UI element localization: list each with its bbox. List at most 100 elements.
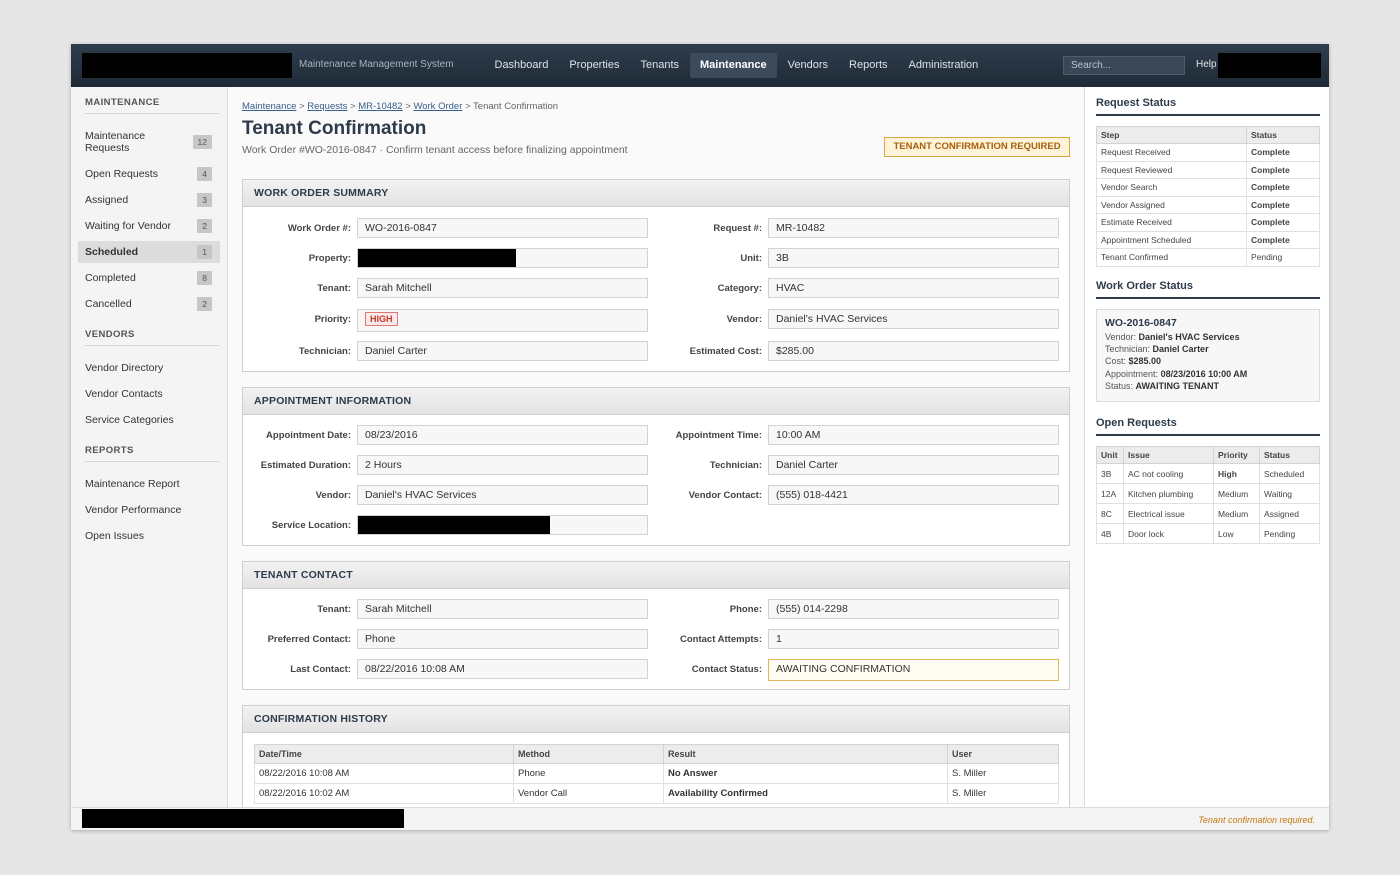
table-row: Tenant Confirmed Pending xyxy=(1096,248,1320,267)
sidebar-item-service-categories[interactable]: Service Categories xyxy=(78,409,220,431)
confirmation-required-badge: TENANT CONFIRMATION REQUIRED xyxy=(884,137,1070,157)
panel-heading: TENANT CONTACT xyxy=(243,562,1069,589)
table-row[interactable]: 4B Door lock Low Pending xyxy=(1096,523,1320,544)
tenant-value: Sarah Mitchell xyxy=(357,278,648,298)
field-label: Technician: xyxy=(709,460,762,471)
breadcrumb-separator: > xyxy=(405,101,411,112)
field-label: Technician: xyxy=(298,346,351,357)
column-header: Method xyxy=(513,744,664,764)
sidebar-item-open-issues[interactable]: Open Issues xyxy=(78,525,220,547)
sidebar-heading-maintenance: MAINTENANCE xyxy=(85,97,219,114)
table-row: Request Reviewed Complete xyxy=(1096,160,1320,179)
breadcrumb-work-order[interactable]: Work Order xyxy=(413,101,462,112)
contact-attempts-value: 1 xyxy=(768,629,1059,649)
field-label: Vendor: xyxy=(315,490,351,501)
cell-unit: 8C xyxy=(1096,503,1124,524)
count-badge: 2 xyxy=(197,297,212,311)
appointment-panel: APPOINTMENT INFORMATION Appointment Date… xyxy=(242,387,1070,546)
estimated-cost-value: $285.00 xyxy=(768,341,1059,361)
work-order-status-card: WO-2016-0847 Vendor: Daniel's HVAC Servi… xyxy=(1096,309,1320,402)
field-label: Category: xyxy=(717,283,762,294)
app-window: Maintenance Management System Dashboard … xyxy=(71,44,1329,830)
cell-status: Complete xyxy=(1246,230,1320,249)
cell-user: S. Miller xyxy=(947,763,1059,784)
priority-badge: HIGH xyxy=(365,312,398,326)
table-row[interactable]: 8C Electrical issue Medium Assigned xyxy=(1096,503,1320,524)
history-table-wrap: Date/Time Method Result User 08/22/2016 … xyxy=(254,744,1059,804)
wo-vendor-label: Vendor: xyxy=(1105,332,1137,342)
nav-properties[interactable]: Properties xyxy=(559,53,630,78)
sidebar-item-maintenance-requests[interactable]: Maintenance Requests 12 xyxy=(78,125,220,159)
sidebar-item-assigned[interactable]: Assigned 3 xyxy=(78,189,220,211)
nav-maintenance[interactable]: Maintenance xyxy=(689,53,778,78)
sidebar-item-maintenance-report[interactable]: Maintenance Report xyxy=(78,473,220,495)
cell-step: Tenant Confirmed xyxy=(1096,248,1247,267)
column-header: Result xyxy=(663,744,948,764)
table-row[interactable]: 12A Kitchen plumbing Medium Waiting xyxy=(1096,483,1320,504)
cell-issue: AC not cooling xyxy=(1123,463,1214,484)
nav-administration[interactable]: Administration xyxy=(898,53,989,78)
column-header: Priority xyxy=(1213,446,1260,464)
help-link[interactable]: Help xyxy=(1196,59,1217,70)
field-label: Preferred Contact: xyxy=(267,634,351,645)
sidebar-item-scheduled[interactable]: Scheduled 1 xyxy=(78,241,220,263)
sidebar-item-open-requests[interactable]: Open Requests 4 xyxy=(78,163,220,185)
request-status-heading: Request Status xyxy=(1096,97,1320,116)
nav-vendors[interactable]: Vendors xyxy=(777,53,838,78)
wo-technician-value: Daniel Carter xyxy=(1152,344,1209,355)
field-label: Estimated Duration: xyxy=(260,460,351,471)
nav-dashboard[interactable]: Dashboard xyxy=(484,53,559,78)
cell-method: Vendor Call xyxy=(513,783,664,804)
cell-issue: Kitchen plumbing xyxy=(1123,483,1214,504)
field-label: Estimated Cost: xyxy=(689,346,762,357)
count-badge: 4 xyxy=(197,167,212,181)
field-label: Contact Status: xyxy=(691,664,762,675)
sidebar-item-label: Completed xyxy=(85,272,136,284)
breadcrumb-maintenance[interactable]: Maintenance xyxy=(242,101,296,112)
preferred-contact-value: Phone xyxy=(357,629,648,649)
category-value: HVAC xyxy=(768,278,1059,298)
breadcrumb-requests[interactable]: Requests xyxy=(307,101,347,112)
wo-technician-line: Technician: Daniel Carter xyxy=(1105,343,1311,355)
cell-result: No Answer xyxy=(663,763,948,784)
appointment-technician-value: Daniel Carter xyxy=(768,455,1059,475)
appointment-date-value: 08/23/2016 xyxy=(357,425,648,445)
table-header-row: Step Status xyxy=(1096,126,1320,144)
sidebar-item-waiting-for-vendor[interactable]: Waiting for Vendor 2 xyxy=(78,215,220,237)
sidebar-item-label: Cancelled xyxy=(85,298,132,310)
column-header: Status xyxy=(1246,126,1320,144)
wo-status-value: AWAITING TENANT xyxy=(1135,380,1220,391)
work-order-id: WO-2016-0847 xyxy=(1105,317,1177,329)
table-row: 08/22/2016 10:02 AM Vendor Call Availabi… xyxy=(254,783,1059,804)
appointment-vendor-value: Daniel's HVAC Services xyxy=(357,485,648,505)
cell-status: Complete xyxy=(1246,213,1320,232)
technician-value: Daniel Carter xyxy=(357,341,648,361)
phone-value: (555) 014-2298 xyxy=(768,599,1059,619)
field-label: Work Order #: xyxy=(287,223,351,234)
nav-tenants[interactable]: Tenants xyxy=(630,53,690,78)
sidebar-item-vendor-performance[interactable]: Vendor Performance xyxy=(78,499,220,521)
cell-status: Scheduled xyxy=(1259,463,1320,484)
table-row[interactable]: 3B AC not cooling High Scheduled xyxy=(1096,463,1320,484)
breadcrumb-request-id[interactable]: MR-10482 xyxy=(358,101,402,112)
nav-reports[interactable]: Reports xyxy=(839,53,899,78)
unit-value: 3B xyxy=(768,248,1059,268)
sidebar-item-label: Open Requests xyxy=(85,168,158,180)
sidebar-item-vendor-contacts[interactable]: Vendor Contacts xyxy=(78,383,220,405)
panel-heading: APPOINTMENT INFORMATION xyxy=(243,388,1069,415)
search-input[interactable]: Search... xyxy=(1063,56,1185,75)
cell-unit: 3B xyxy=(1096,463,1124,484)
sidebar-item-vendor-directory[interactable]: Vendor Directory xyxy=(78,357,220,379)
open-requests-table: Unit Issue Priority Status 3B AC not cool… xyxy=(1096,446,1320,544)
redacted-logo xyxy=(82,53,292,78)
field-label: Phone: xyxy=(729,604,762,615)
sidebar-item-cancelled[interactable]: Cancelled 2 xyxy=(78,293,220,315)
last-contact-value: 08/22/2016 10:08 AM xyxy=(357,659,648,679)
vendor-contact-value: (555) 018-4421 xyxy=(768,485,1059,505)
contact-tenant-value: Sarah Mitchell xyxy=(357,599,648,619)
wo-appointment-value: 08/23/2016 10:00 AM xyxy=(1160,368,1248,379)
wo-cost-label: Cost: xyxy=(1105,356,1127,367)
cell-step: Request Received xyxy=(1096,143,1247,162)
sidebar-item-completed[interactable]: Completed 8 xyxy=(78,267,220,289)
sidebar-item-label: Scheduled xyxy=(85,246,139,258)
